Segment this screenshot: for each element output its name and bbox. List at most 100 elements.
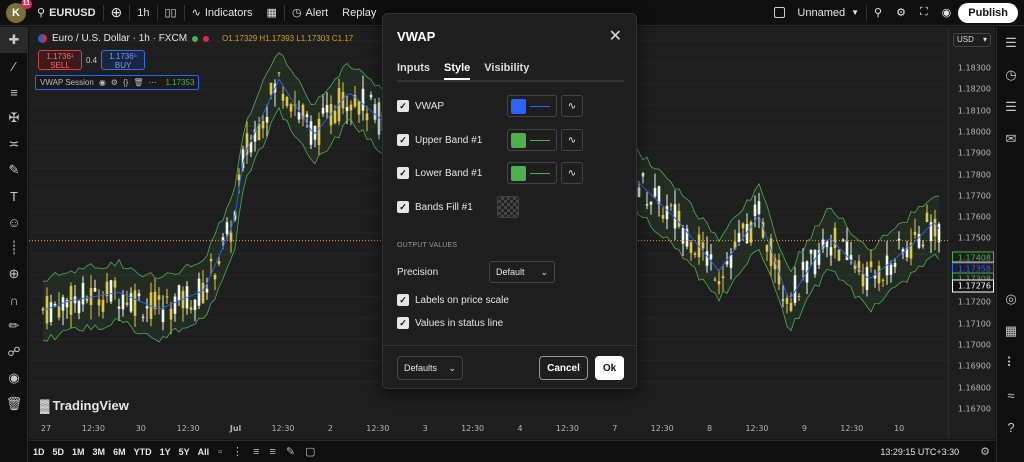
ok-button[interactable]: Ok <box>595 356 624 380</box>
brush-icon[interactable]: ✎ <box>0 157 28 183</box>
tab-inputs[interactable]: Inputs <box>397 62 430 80</box>
buy-button[interactable]: 1.1736⁵ BUY <box>101 50 146 70</box>
magnet-icon[interactable]: ∩ <box>0 287 28 313</box>
help-icon[interactable]: ? <box>997 411 1024 443</box>
watchlist-icon[interactable]: ☰ <box>997 27 1024 59</box>
lower-band-checkbox[interactable]: ✓ <box>397 167 409 179</box>
layers-icon[interactable]: ☰ <box>997 91 1024 123</box>
alert-button[interactable]: ◷ Alert <box>285 0 335 26</box>
trash-icon[interactable]: 🗑 <box>133 78 143 87</box>
replay-button[interactable]: Replay <box>335 0 383 26</box>
horizontal-lines-icon[interactable]: ≡ <box>0 79 28 105</box>
precision-select[interactable]: Default ⌄ <box>489 261 555 283</box>
sell-button[interactable]: 1.1736¹ SELL <box>38 50 82 70</box>
chart-type-button[interactable]: ▯▯ <box>158 0 184 26</box>
trash-icon[interactable]: 🗑 <box>0 391 28 417</box>
tradingview-icon: ▓ <box>40 398 50 413</box>
close-icon[interactable]: ✕ <box>609 26 622 46</box>
vwap-checkbox[interactable]: ✓ <box>397 100 409 112</box>
templates-button[interactable]: ▦ <box>260 0 284 26</box>
gear-icon[interactable]: ⚙ <box>975 445 995 458</box>
crosshair-icon[interactable]: ✚ <box>0 27 28 53</box>
fill-color-button[interactable] <box>497 196 519 218</box>
lock-drawing-icon[interactable]: ✏ <box>0 313 28 339</box>
interval-button[interactable]: 1h <box>130 0 156 26</box>
plot-style-button[interactable]: ∿ <box>561 95 583 117</box>
time-axis[interactable]: 27 12:30 30 12:30 Jul 12:30 2 12:30 3 12:30 4 12:30… <box>29 417 948 439</box>
range-button-1y[interactable]: 1Y <box>156 447 175 457</box>
frame-icon[interactable]: ▢ <box>300 445 320 458</box>
lower-band-color-button[interactable] <box>507 162 557 184</box>
utc-clock[interactable]: 13:29:15 UTC+3:30 <box>876 447 963 457</box>
fullscreen-button[interactable]: ⛶ <box>913 0 935 26</box>
defaults-button[interactable]: Defaults ⌄ <box>397 356 463 380</box>
time-tick-label: 12:30 <box>176 424 200 433</box>
tab-style[interactable]: Style <box>444 62 471 80</box>
compare-button[interactable]: ⊕ <box>104 0 130 26</box>
goto-date-icon[interactable]: ▫ <box>213 446 227 458</box>
eye-icon[interactable]: ◉ <box>99 78 106 87</box>
values-in-status-checkbox[interactable]: ✓ <box>397 317 409 329</box>
text-icon[interactable]: T <box>0 183 28 209</box>
values-in-status-label: Values in status line <box>415 317 504 329</box>
indicator-name: VWAP Session <box>40 78 94 87</box>
more-icon[interactable]: ⋯ <box>148 78 156 87</box>
publish-button[interactable]: Publish <box>958 2 1018 23</box>
bands-fill-row: ✓ Bands Fill #1 <box>397 196 519 218</box>
zoom-in-icon[interactable]: ⊕ <box>0 261 28 287</box>
tab-visibility[interactable]: Visibility <box>484 62 529 80</box>
plot-style-button[interactable]: ∿ <box>561 129 583 151</box>
alarm-icon[interactable]: ◷ <box>997 59 1024 91</box>
apps-icon[interactable]: ⠇ <box>997 347 1024 379</box>
settings-button[interactable]: ⚙ <box>889 0 913 26</box>
status-dot <box>203 35 210 42</box>
symbol-search[interactable]: ⚲ EURUSD <box>30 0 103 26</box>
calendar-icon[interactable]: ▦ <box>997 315 1024 347</box>
bands-fill-checkbox[interactable]: ✓ <box>397 201 409 213</box>
snapshot-button[interactable]: ◉ <box>935 0 959 26</box>
lock-icon[interactable]: ☍ <box>0 339 28 365</box>
user-avatar[interactable]: K 11 <box>6 0 32 23</box>
search-icon: ⚲ <box>37 7 46 19</box>
plot-style-button[interactable]: ∿ <box>561 162 583 184</box>
time-tick-label: Jul <box>229 424 242 433</box>
range-button-all[interactable]: All <box>194 447 214 457</box>
indicator-legend[interactable]: VWAP Session ◉ ⚙ {} 🗑 ⋯ 1.17353 <box>35 75 200 90</box>
range-button-ytd[interactable]: YTD <box>130 447 156 457</box>
lower-band-row: ✓ Lower Band #1 ∿ <box>397 162 583 184</box>
quick-search-button[interactable]: ⚲ <box>867 0 889 26</box>
settings-icon[interactable]: ⚙ <box>111 78 118 87</box>
upper-band-checkbox[interactable]: ✓ <box>397 134 409 146</box>
range-button-6m[interactable]: 6M <box>109 447 130 457</box>
price-axis[interactable]: USD ▾ 1.18300 1.18200 1.18100 1.18000 1.1790… <box>948 27 995 439</box>
pitchfork-icon[interactable]: ✠ <box>0 105 28 131</box>
trend-line-icon[interactable]: ∕ <box>0 53 28 79</box>
labels-on-scale-checkbox[interactable]: ✓ <box>397 294 409 306</box>
ruler-icon[interactable]: ┊ <box>0 235 28 261</box>
indicators-button[interactable]: ∿ Indicators <box>185 0 260 26</box>
upper-band-color-button[interactable] <box>507 129 557 151</box>
compare-icon[interactable]: ≡ <box>248 446 264 458</box>
range-button-1d[interactable]: 1D <box>29 447 49 457</box>
range-button-5d[interactable]: 5D <box>49 447 69 457</box>
range-button-1m[interactable]: 1M <box>68 447 89 457</box>
price-tick-label: 1.17700 <box>957 191 991 201</box>
emoji-icon[interactable]: ☺ <box>0 209 28 235</box>
range-button-5y[interactable]: 5Y <box>175 447 194 457</box>
target-icon[interactable]: ◎ <box>997 283 1024 315</box>
cancel-button[interactable]: Cancel <box>539 356 588 380</box>
buy-label: BUY <box>114 61 132 70</box>
source-code-icon[interactable]: {} <box>123 78 128 87</box>
broadcast-icon[interactable]: ≈ <box>997 379 1024 411</box>
layout-button[interactable]: Unnamed ▼ <box>767 0 866 26</box>
eye-icon[interactable]: ◉ <box>0 365 28 391</box>
chat-icon[interactable]: ✉ <box>997 123 1024 155</box>
fib-icon[interactable]: ≍ <box>0 131 28 157</box>
fullscreen-icon: ⛶ <box>919 6 928 18</box>
price-tick-label: 1.18000 <box>957 127 991 137</box>
vwap-color-button[interactable] <box>507 95 557 117</box>
drawing-icon[interactable]: ✎ <box>281 445 300 458</box>
range-button-3m[interactable]: 3M <box>89 447 110 457</box>
indicator-template-icon[interactable]: ≡ <box>264 446 280 458</box>
currency-button[interactable]: USD ▾ <box>953 33 991 47</box>
